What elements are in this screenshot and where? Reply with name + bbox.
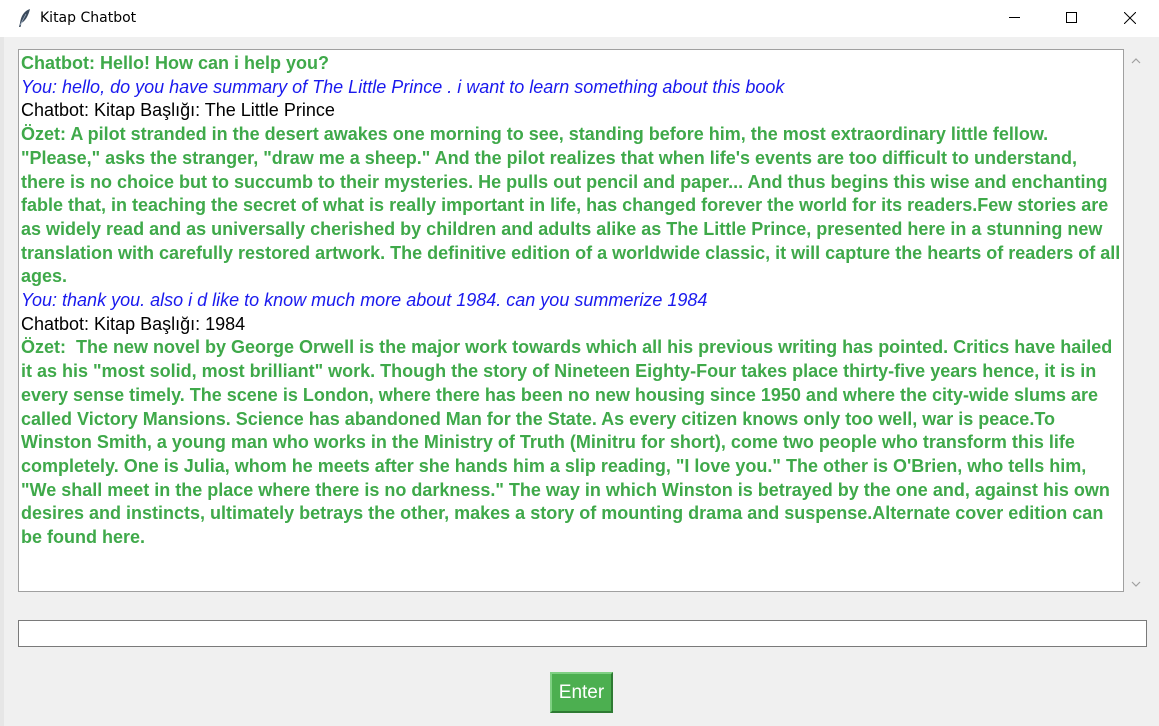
chat-message-bot-summary: Özet: A pilot stranded in the desert awa… <box>21 124 1121 287</box>
chat-message-bot: Chatbot: Hello! How can i help you? <box>21 53 329 73</box>
window-edge <box>0 37 4 726</box>
chat-message-bot-title: Chatbot: Kitap Başlığı: 1984 <box>21 313 246 334</box>
chat-message-user: You: thank you. also i d like to know mu… <box>21 290 708 311</box>
scroll-up-button[interactable] <box>1126 51 1146 71</box>
maximize-button[interactable] <box>1048 0 1094 35</box>
maximize-icon <box>1066 12 1077 23</box>
chat-message-bot-summary: Özet: The new novel by George Orwell is … <box>21 337 1118 548</box>
close-icon <box>1124 12 1136 24</box>
chat-message-bot-title: Chatbot: Kitap Başlığı: The Little Princ… <box>21 100 335 121</box>
chat-scrollbar[interactable] <box>1126 49 1146 592</box>
message-input[interactable] <box>18 620 1147 647</box>
chat-log[interactable]: Chatbot: Hello! How can i help you? You:… <box>18 49 1124 592</box>
chevron-up-icon <box>1131 58 1141 64</box>
app-window: Kitap Chatbot Chatbot: Hello! How can i … <box>0 0 1159 726</box>
chevron-down-icon <box>1131 581 1141 587</box>
title-bar[interactable]: Kitap Chatbot <box>0 0 1159 37</box>
scroll-down-button[interactable] <box>1126 574 1146 594</box>
close-button[interactable] <box>1106 0 1152 35</box>
chat-content: Chatbot: Hello! How can i help you? You:… <box>21 52 1123 550</box>
chat-message-user: You: hello, do you have summary of The L… <box>21 76 785 97</box>
minimize-button[interactable] <box>991 0 1037 35</box>
enter-button[interactable]: Enter <box>550 672 613 713</box>
minimize-icon <box>1009 17 1020 18</box>
window-title: Kitap Chatbot <box>40 10 137 26</box>
feather-icon <box>17 8 33 28</box>
